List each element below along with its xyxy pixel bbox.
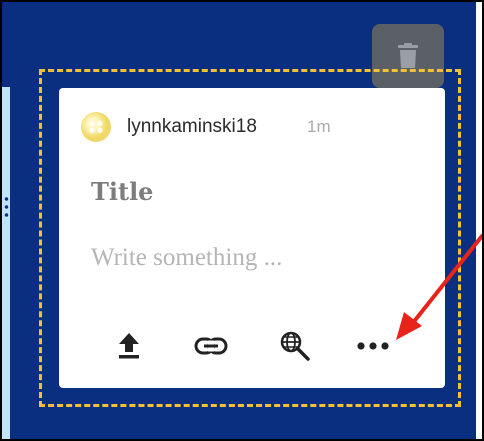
title-field[interactable]: Title (91, 174, 153, 210)
body-field[interactable]: Write something ... (91, 240, 282, 276)
username: lynnkaminski18 (127, 116, 257, 137)
annotation-arrow (396, 234, 482, 340)
trash-icon (398, 43, 418, 68)
more-options-button[interactable] (353, 324, 393, 368)
search-web-icon (280, 331, 310, 361)
right-edge (476, 2, 482, 439)
more-options-icon (357, 342, 389, 350)
web-search-button[interactable] (275, 324, 315, 368)
post-card[interactable]: lynnkaminski18 1m Title Write something … (59, 88, 445, 388)
upload-button[interactable] (109, 324, 149, 368)
drag-handle-icon[interactable] (4, 195, 9, 219)
timestamp: 1m (307, 117, 331, 136)
post-toolbar (109, 324, 409, 368)
upload-icon (119, 333, 139, 359)
link-icon (194, 337, 228, 355)
adjacent-post-edge (2, 87, 10, 439)
canvas-frame: lynnkaminski18 1m Title Write something … (0, 0, 484, 441)
link-button[interactable] (191, 324, 231, 368)
avatar (81, 112, 111, 142)
